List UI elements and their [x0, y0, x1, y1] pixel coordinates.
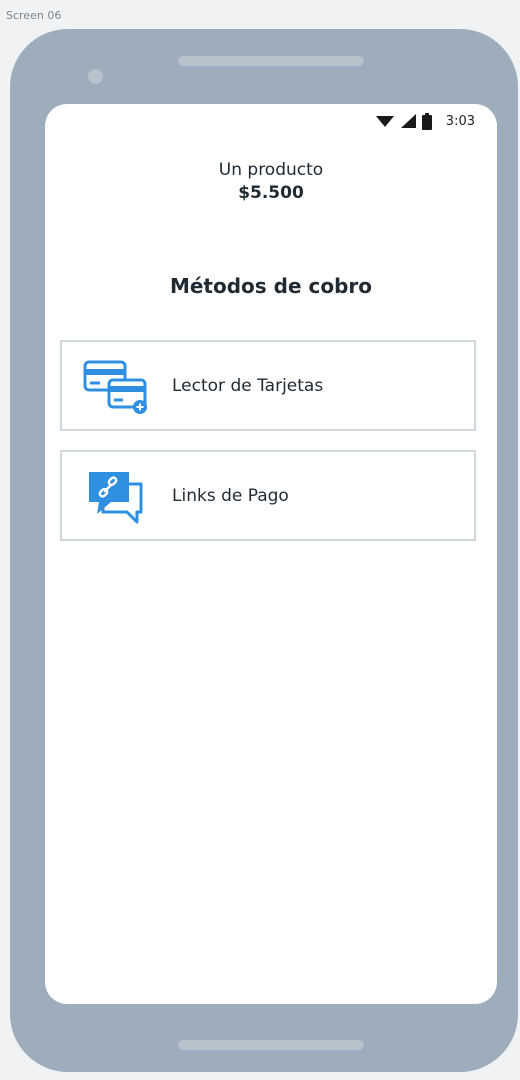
phone-home-bar [178, 1040, 364, 1050]
phone-screen: 3:03 Un producto $5.500 Métodos de cobro [45, 104, 497, 1004]
frame-label: Screen 06 [6, 9, 62, 22]
payment-methods-title: Métodos de cobro [169, 274, 373, 298]
battery-icon [421, 112, 432, 130]
payment-links-option[interactable]: Links de Pago [60, 450, 476, 541]
card-reader-option[interactable]: Lector de Tarjetas [60, 340, 476, 431]
cellular-signal-icon [400, 114, 416, 128]
product-name: Un producto [218, 160, 324, 180]
product-summary: Un producto $5.500 [45, 159, 497, 205]
phone-camera [88, 69, 103, 84]
status-bar: 3:03 [375, 111, 475, 131]
product-price: $5.500 [238, 183, 304, 203]
payment-link-chat-icon [80, 466, 150, 526]
status-time: 3:03 [445, 113, 475, 129]
wifi-icon [375, 116, 394, 127]
phone-speaker [178, 56, 364, 66]
card-reader-label: Lector de Tarjetas [172, 375, 324, 396]
phone-frame: 3:03 Un producto $5.500 Métodos de cobro [10, 29, 518, 1072]
card-reader-icon [80, 356, 150, 416]
payment-links-label: Links de Pago [172, 485, 289, 506]
